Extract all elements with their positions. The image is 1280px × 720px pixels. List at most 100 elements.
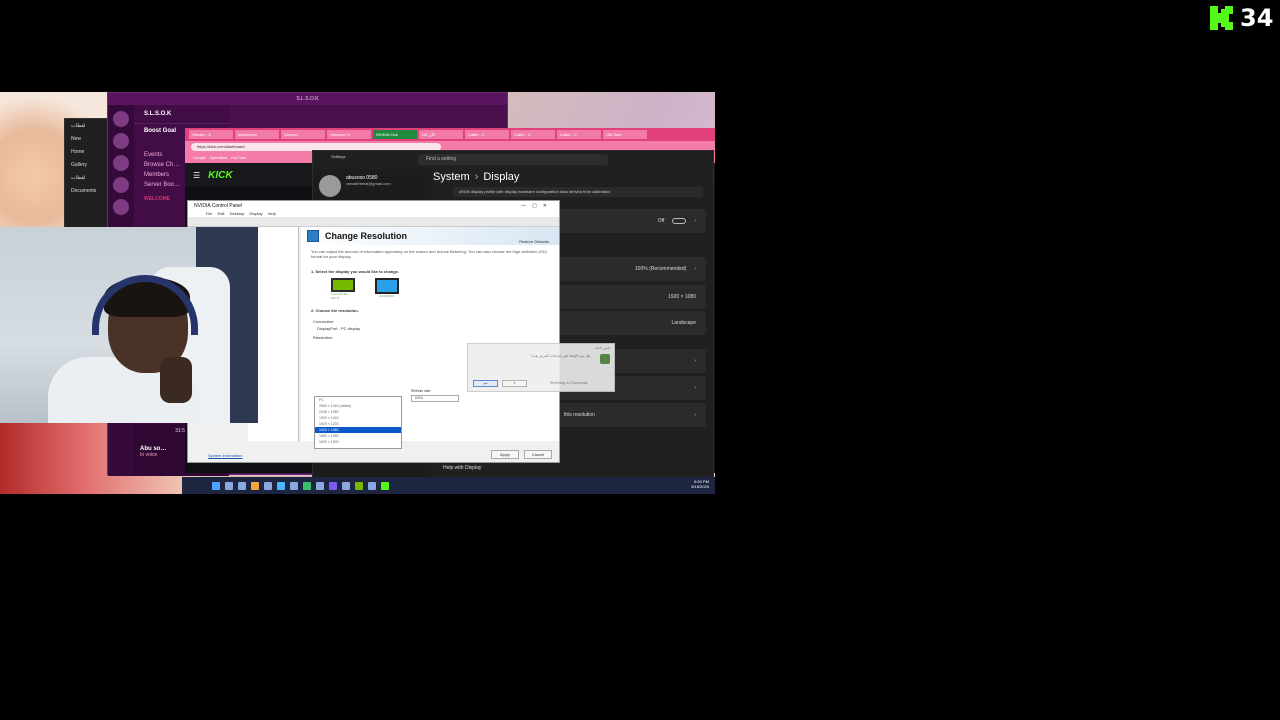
app-icon[interactable] <box>316 481 324 490</box>
browser-tab[interactable]: Discord <box>281 130 325 139</box>
app-icon[interactable] <box>290 481 298 490</box>
task-view-icon[interactable] <box>238 481 246 490</box>
browser-tab[interactable]: Stream - K <box>189 130 233 139</box>
explorer-item-gallery[interactable]: Gallery <box>65 158 113 171</box>
apply-button[interactable]: Apply <box>491 450 519 459</box>
chevron-right-icon: › <box>694 266 696 272</box>
toggle-switch[interactable] <box>672 218 687 224</box>
discord-home-icon[interactable] <box>113 111 129 127</box>
setting-row-scale[interactable]: 100% (Recommended) › <box>558 257 706 281</box>
browser-tab[interactable]: DE الآن <box>419 130 463 139</box>
explorer-item-new[interactable]: New <box>65 132 113 145</box>
setting-row-orientation[interactable]: Landscape <box>558 311 706 335</box>
keep-changes-button[interactable]: نعم <box>473 380 498 387</box>
display-settings-icon <box>307 230 319 242</box>
menu-display[interactable]: Display <box>249 211 262 216</box>
setting-row[interactable]: this resolution › <box>558 403 706 427</box>
app-icon[interactable] <box>342 481 350 490</box>
display-selector[interactable]: GIGA-BYTE-M27Q EXA9000U <box>301 276 559 302</box>
settings-user-card[interactable]: abusoso 0580 ramabthebal@gmail.com <box>313 169 431 203</box>
browser-tab-strip[interactable]: Stream - K kickstream Discord Lifesaver … <box>185 128 715 141</box>
server-icon[interactable] <box>113 199 129 215</box>
windows-taskbar[interactable]: 5:50 PM 5/18/2025 <box>182 477 715 494</box>
display-label: EXA9000U <box>379 294 395 298</box>
breadcrumb: System › Display <box>433 171 519 183</box>
viewer-count-badge: 34 <box>1208 4 1273 32</box>
menu-file[interactable]: File <box>206 211 212 216</box>
explorer-title: لقطات <box>71 123 86 129</box>
app-icon[interactable] <box>251 481 259 490</box>
app-icon[interactable] <box>381 481 389 490</box>
chevron-right-icon: › <box>694 358 696 364</box>
nvidia-titlebar[interactable]: NVIDIA Control Panel —▢✕ <box>188 201 559 211</box>
revert-button[interactable]: لا <box>502 380 527 387</box>
connection-value: DisplayPort - PC display <box>317 326 361 331</box>
display-label: GIGA-BYTE-M27Q <box>331 292 349 300</box>
chevron-right-icon: › <box>474 171 479 183</box>
webcam-person-hand <box>160 357 192 403</box>
display-option[interactable]: EXA9000U <box>375 278 399 300</box>
user-avatar <box>319 175 341 197</box>
app-icon[interactable] <box>264 481 272 490</box>
restore-defaults-link[interactable]: Restore Defaults <box>519 239 549 244</box>
server-name[interactable]: S.L.S.O.K <box>134 105 229 124</box>
app-icon[interactable] <box>329 481 337 490</box>
server-icon[interactable] <box>113 155 129 171</box>
help-with-display-link[interactable]: Help with Display <box>443 465 481 471</box>
nvidia-window-title: NVIDIA Control Panel <box>194 203 243 209</box>
browser-tab-active[interactable]: NVIDIA Kick <box>373 130 417 139</box>
clock-date: 5/18/2025 <box>691 484 709 489</box>
kick-wordmark-logo[interactable]: KICK <box>208 170 232 181</box>
nvidia-content-pane: Change Resolution Restore Defaults You c… <box>301 227 559 449</box>
server-icon[interactable] <box>113 177 129 193</box>
bookmark-google[interactable]: Google <box>193 155 206 160</box>
bookmark-speedtest[interactable]: Speedtest <box>209 155 227 160</box>
connection-label: Connection: <box>313 319 335 324</box>
breadcrumb-parent[interactable]: System <box>433 171 470 183</box>
start-icon[interactable] <box>212 481 220 490</box>
system-information-link[interactable]: System Information <box>208 453 242 458</box>
display-option-selected[interactable]: GIGA-BYTE-M27Q <box>331 278 355 300</box>
resolution-option[interactable]: 1600 × 1200 <box>315 439 401 445</box>
browser-tab[interactable]: Old Sam <box>603 130 647 139</box>
explorer-item-folder[interactable]: لقطات <box>65 171 113 184</box>
settings-gear-icon[interactable] <box>368 481 376 490</box>
browser-tab[interactable]: Lifesaver S <box>327 130 371 139</box>
window-controls[interactable]: —▢✕ <box>521 203 559 209</box>
setting-value[interactable]: 100% (Recommended) <box>635 266 686 272</box>
browser-tab[interactable]: Cattle - C <box>511 130 555 139</box>
menu-help[interactable]: Help <box>268 211 276 216</box>
setting-value: this resolution <box>564 412 595 418</box>
setting-row-hdr[interactable]: Off › <box>558 209 706 233</box>
setting-row-resolution[interactable]: 1920 × 1080 <box>558 285 706 309</box>
setting-value[interactable]: Landscape <box>672 320 696 326</box>
server-icon[interactable] <box>113 133 129 149</box>
bookmark-youtube[interactable]: YouTube <box>231 155 247 160</box>
display-settings-icon <box>600 354 610 364</box>
app-icon[interactable] <box>277 481 285 490</box>
page-description: You can adjust the amount of information… <box>311 249 547 259</box>
search-icon[interactable] <box>225 481 233 490</box>
refresh-rate-select[interactable]: 60Hz <box>411 395 459 402</box>
nvidia-icon[interactable] <box>355 481 363 490</box>
explorer-item-documents[interactable]: Documents <box>65 184 113 197</box>
browser-tab[interactable]: Cattle - C <box>557 130 601 139</box>
color-profile-note: sRGB display profile with display hardwa… <box>453 187 703 197</box>
explorer-item-home[interactable]: Home <box>65 145 113 158</box>
chevron-right-icon: › <box>694 218 696 224</box>
discord-titlebar[interactable]: S.L.S.O.K <box>108 93 507 105</box>
resolution-listbox[interactable]: PC 2560 × 1440 (native) 2048 × 1080 1920… <box>314 396 402 449</box>
hamburger-menu-icon[interactable]: ☰ <box>193 171 200 180</box>
browser-tab[interactable]: Cattle - C <box>465 130 509 139</box>
menu-edit[interactable]: Edit <box>218 211 225 216</box>
nvidia-toolbar[interactable] <box>188 217 559 227</box>
menu-desktop[interactable]: Desktop <box>230 211 245 216</box>
settings-search-input[interactable]: Find a setting <box>418 154 608 165</box>
setting-value[interactable]: 1920 × 1080 <box>668 294 696 300</box>
kick-logo-icon <box>1210 6 1233 30</box>
taskbar-clock[interactable]: 5:50 PM 5/18/2025 <box>691 479 709 489</box>
cancel-button[interactable]: Cancel <box>524 450 552 459</box>
browser-tab[interactable]: kickstream <box>235 130 279 139</box>
keep-resolution-dialog[interactable]: تغيير الدقة هل تريد الإبقاء على إعدادات … <box>467 343 615 392</box>
app-icon[interactable] <box>303 481 311 490</box>
